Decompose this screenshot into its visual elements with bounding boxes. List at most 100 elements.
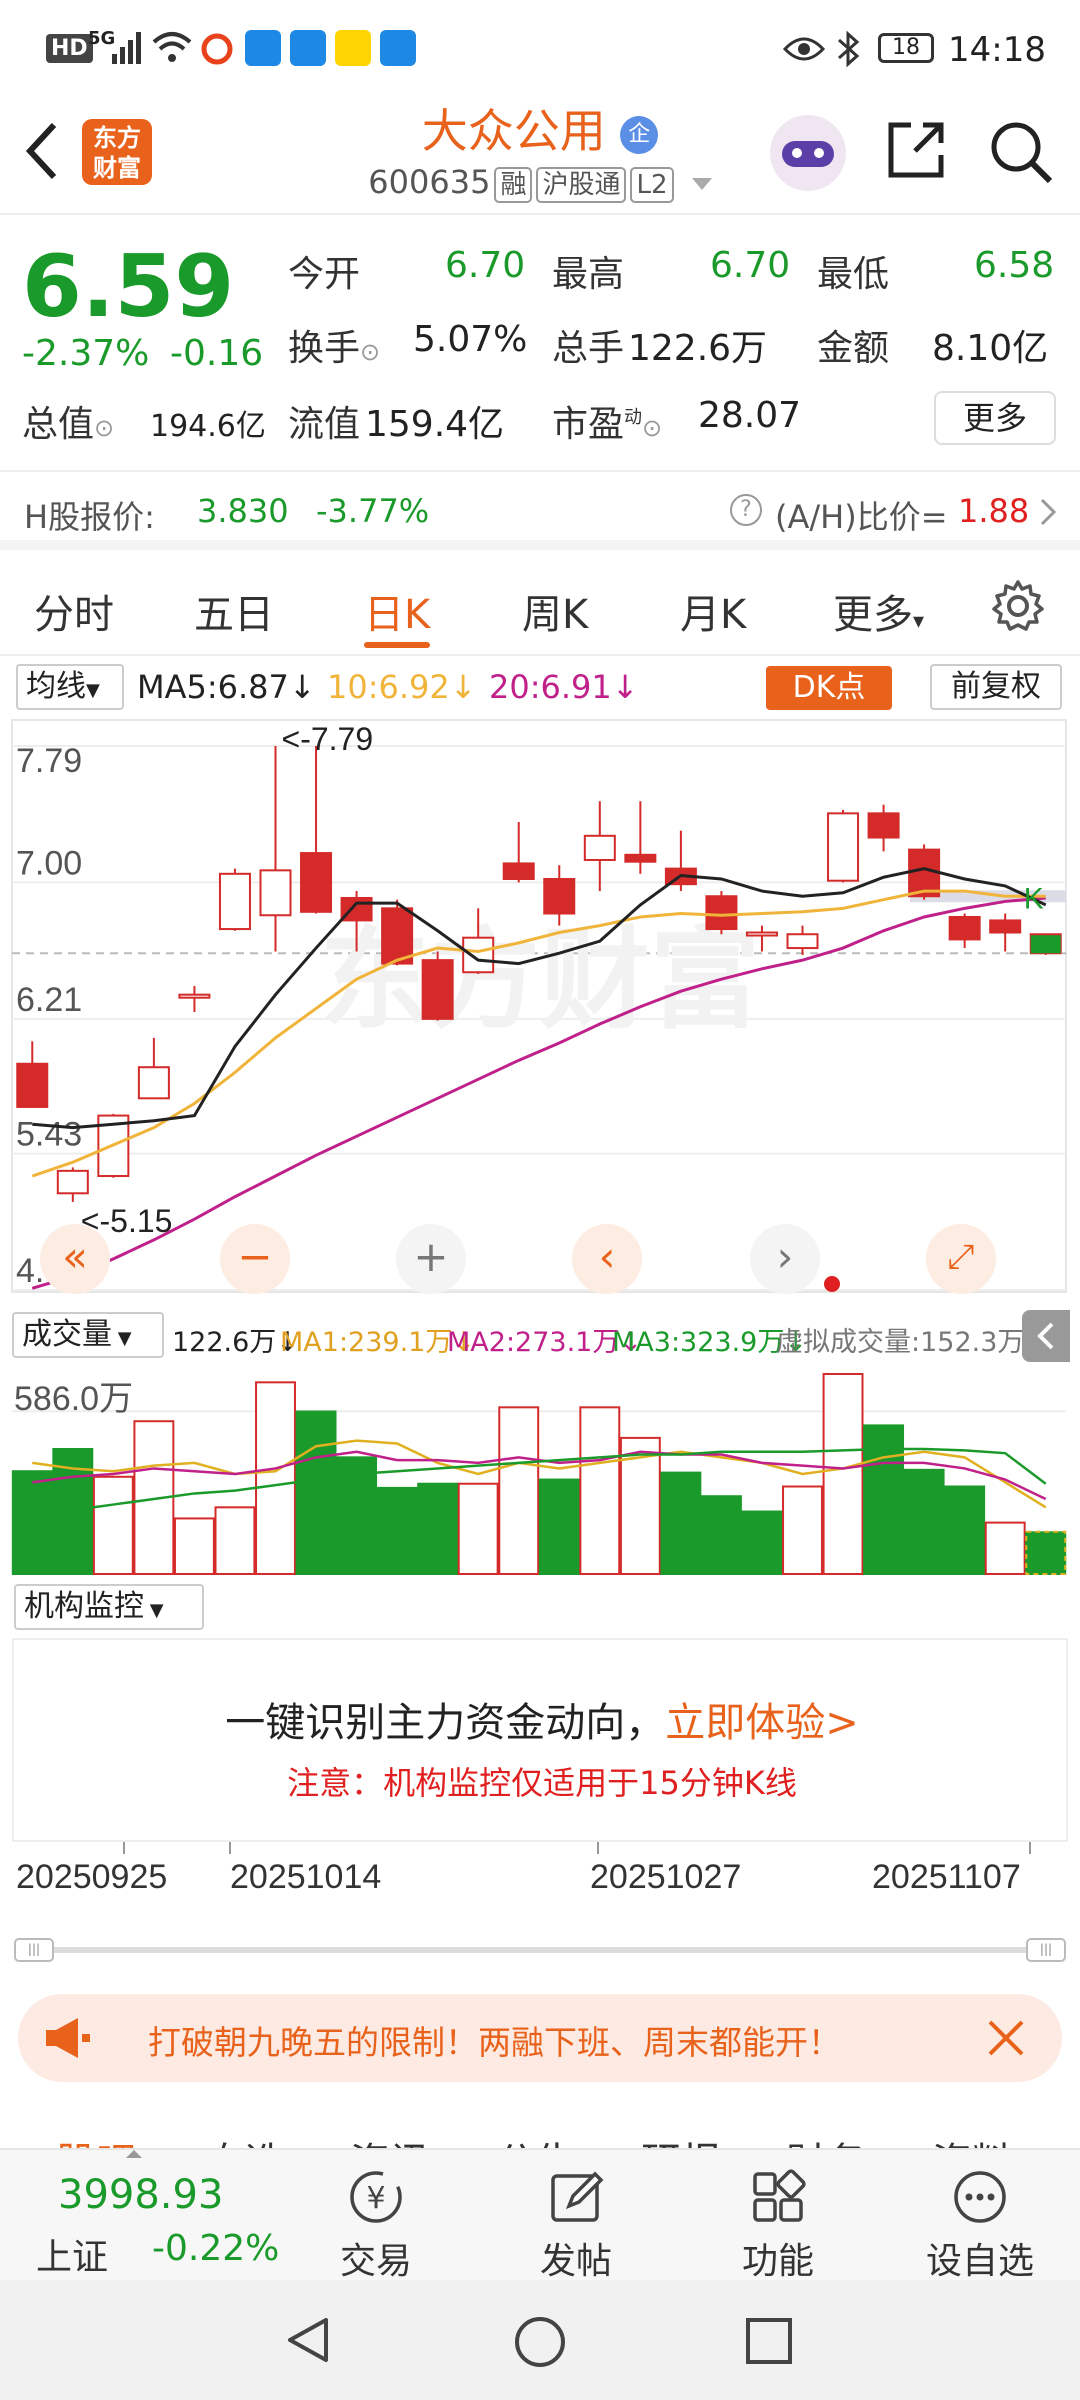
candle-body — [259, 869, 292, 917]
help-icon[interactable]: ? — [730, 494, 762, 526]
more-quote-button[interactable]: 更多 — [934, 391, 1056, 445]
dk-point-button[interactable]: DK点 — [766, 666, 892, 710]
pe-label: 市盈动⊙ — [552, 395, 662, 447]
volume-chart[interactable]: 586.0万 — [0, 1368, 1080, 1576]
zoom-in-icon[interactable]: + — [396, 1224, 466, 1294]
y-tick-label: 6.21 — [16, 981, 82, 1019]
subtab-guba[interactable]: 股吧 — [56, 2130, 136, 2148]
candlestick-chart[interactable]: 7.797.006.215.434.64东方财富<-7.79<-5.15K — [0, 718, 1080, 1300]
back-triangle-icon[interactable] — [282, 2314, 334, 2366]
tab-monthly-k[interactable]: 月K — [680, 582, 746, 640]
institution-headline-text: 一键识别主力资金动向， — [225, 1700, 666, 1746]
last-price: 6.59 — [22, 237, 235, 337]
subtab-news[interactable]: 资讯 — [350, 2130, 430, 2148]
eye-icon — [783, 37, 825, 61]
nav-functions-label: 功能 — [741, 2241, 814, 2282]
close-icon[interactable] — [986, 2018, 1026, 2058]
ah-ratio-label: (A/H)比价= — [775, 498, 948, 536]
svg-text:¥: ¥ — [366, 2181, 385, 2216]
nav-add-watchlist[interactable]: 设自选 — [910, 2168, 1050, 2284]
volume-bar — [498, 1406, 540, 1576]
scroll-handle-right[interactable]: ||| — [1026, 1938, 1066, 1962]
y-tick-label: 5.43 — [16, 1116, 82, 1154]
subtab-profile[interactable]: 资料 — [932, 2130, 1012, 2148]
megaphone-icon — [46, 2018, 90, 2058]
tab-intraday[interactable]: 分时 — [34, 582, 114, 640]
vol-ma1-text: MA1:239.1万 — [280, 1327, 453, 1358]
zoom-out-icon[interactable]: − — [220, 1224, 290, 1294]
volume-bar — [457, 1482, 499, 1575]
tab-daily-k[interactable]: 日K — [364, 582, 430, 640]
ma10-label: 10:6.92↓ — [327, 668, 477, 706]
h-share-row[interactable]: H股报价: 3.830 -3.77% ? (A/H)比价= 1.88 — [0, 470, 1080, 550]
forward-adjust-button[interactable]: 前复权 — [930, 664, 1062, 710]
h-share-price: 3.830 — [197, 492, 289, 530]
tag-connect: 沪股通 — [536, 167, 627, 203]
candle-body — [178, 993, 211, 999]
pe-label-text: 市盈 — [552, 404, 625, 445]
virtual-volume: 虚拟成交量:152.3万 — [776, 1327, 1025, 1358]
ma-selector-label: 均线 — [26, 669, 86, 704]
volume-bar — [741, 1510, 783, 1575]
settings-gear-icon[interactable] — [990, 578, 1046, 634]
share-icon[interactable] — [885, 119, 947, 181]
dropdown-caret-icon[interactable] — [691, 178, 712, 190]
candle-body — [624, 853, 657, 863]
institution-selector[interactable]: 机构监控 ▼ — [14, 1584, 204, 1630]
scroll-right-icon[interactable]: › — [750, 1224, 820, 1294]
caret-down-icon: ▼ — [86, 680, 100, 701]
institution-panel: 一键识别主力资金动向，立即体验> 注意：机构监控仅适用于15分钟K线 — [12, 1638, 1068, 1842]
nav-trade[interactable]: ¥ 交易 — [306, 2168, 446, 2284]
candle-body — [786, 933, 819, 950]
chart-scrollbar[interactable]: ||| ||| — [14, 1938, 1066, 1962]
volume-bar — [1025, 1531, 1067, 1575]
trade-icon: ¥ — [350, 2171, 402, 2223]
collapse-panel-icon[interactable] — [1022, 1310, 1070, 1362]
tab-five-day[interactable]: 五日 — [194, 582, 274, 640]
wifi-icon — [152, 32, 192, 62]
battery-icon: 18 — [878, 33, 934, 63]
y-tick-label: 7.00 — [16, 844, 82, 882]
volume-bar — [376, 1486, 418, 1575]
y-tick-label: 7.79 — [16, 742, 82, 780]
scroll-left-icon[interactable]: ‹ — [572, 1224, 642, 1294]
try-now-link[interactable]: 立即体验> — [665, 1700, 859, 1746]
vol-ma1: MA1:239.1万↓ — [280, 1327, 475, 1358]
subtab-notice[interactable]: 公告 — [496, 2130, 576, 2148]
tab-more[interactable]: 更多▾ — [833, 582, 924, 640]
scroll-handle-left[interactable]: ||| — [14, 1938, 54, 1962]
home-circle-icon[interactable] — [512, 2314, 568, 2370]
caret-down-icon: ▼ — [144, 1600, 164, 1621]
app-notif-icon-2 — [290, 30, 326, 66]
subtab-zixuan[interactable]: 自选 — [205, 2130, 285, 2148]
period-tabs: 分时 五日 日K 周K 月K 更多▾ — [0, 560, 1080, 656]
recents-square-icon[interactable] — [744, 2316, 794, 2366]
change-percent: -2.37% — [22, 333, 150, 374]
robot-assistant-icon[interactable] — [770, 115, 846, 191]
volume-selector-label: 成交量 — [22, 1317, 112, 1352]
nav-functions[interactable]: 功能 — [708, 2168, 848, 2284]
info-dots-icon[interactable]: ⊙ — [360, 338, 380, 366]
nav-post[interactable]: 发帖 — [506, 2168, 646, 2284]
volume-bar — [863, 1424, 905, 1576]
tab-weekly-k[interactable]: 周K — [522, 582, 588, 640]
h-share-label: H股报价: — [24, 498, 155, 536]
status-bar: HD 5G 18 14:18 — [0, 0, 1080, 95]
institution-headline: 一键识别主力资金动向，立即体验> — [14, 1690, 1070, 1748]
pe-superscript: 动 — [624, 407, 643, 428]
subtab-finance[interactable]: 财务 — [786, 2130, 866, 2148]
stock-name: 大众公用 — [421, 104, 606, 158]
scroll-left-fast-icon[interactable]: « — [40, 1224, 110, 1294]
candle-body — [16, 1062, 49, 1108]
index-widget[interactable]: 3998.93 上证 -0.22% — [0, 2150, 290, 2282]
subtab-research[interactable]: 研报 — [641, 2130, 721, 2148]
volume-selector[interactable]: 成交量 ▼ — [12, 1312, 164, 1358]
high-label: 最高 — [552, 254, 625, 295]
search-icon[interactable] — [988, 119, 1054, 185]
candle-body — [381, 907, 414, 965]
ma-selector[interactable]: 均线▼ — [16, 664, 124, 710]
info-dots-icon[interactable]: ⊙ — [642, 414, 662, 442]
info-dots-icon[interactable]: ⊙ — [94, 414, 114, 442]
fullscreen-icon[interactable]: ⤢ — [926, 1224, 996, 1294]
promo-banner[interactable]: 打破朝九晚五的限制！两融下班、周末都能开！ — [18, 1994, 1062, 2082]
